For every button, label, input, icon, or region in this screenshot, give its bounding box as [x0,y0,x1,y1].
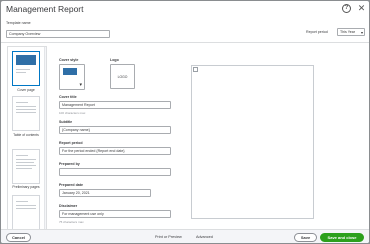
broken-image-icon [193,67,198,72]
print-preview-link[interactable]: Print or Preview [155,235,182,239]
prepared-date-label: Prepared date [59,183,83,187]
template-name-input[interactable]: Company Overview [6,30,110,38]
cover-title-label: Cover title [59,95,77,99]
text-line [16,159,36,160]
report-preview [191,65,314,219]
text-line [16,205,36,206]
prepared-by-input[interactable] [59,168,171,176]
report-period-dropdown-value: This Year [340,30,355,34]
text-line [16,201,28,202]
text-line [16,165,36,166]
thumbnail-page[interactable] [12,195,40,230]
disclaimer-input[interactable]: For management use only [59,210,171,218]
dialog-footer: Cancel Print or Preview Advanced Save Sa… [1,229,369,243]
close-icon[interactable]: ✕ [357,4,366,13]
text-line [16,109,36,110]
text-line [16,112,36,113]
prepared-date-input[interactable]: January 20, 2021 [59,189,151,197]
save-and-close-button[interactable]: Save and close [320,232,364,242]
thumbnail-label: Table of contents [13,133,39,137]
prepared-by-label: Prepared by [59,162,80,166]
chevron-down-icon: ▾ [79,82,82,88]
page-thumbnails-panel: Cover page Table of contents Preliminary… [7,46,47,231]
thumbnail-table-of-contents[interactable] [12,96,40,131]
cover-title-input[interactable]: Management Report [59,101,171,109]
cover-style-preview-icon [63,68,77,75]
thumbnail-label: Cover page [17,88,35,92]
thumbnails-scrollbar[interactable] [44,47,46,230]
dialog-title: Management Report [6,4,84,14]
report-period-dropdown-label: Report period [306,30,328,34]
cover-art-icon [16,55,36,65]
thumbnail-cover-page[interactable] [12,51,40,86]
disclaimer-hint: 75 characters max [59,220,84,224]
report-period-label: Report period [59,141,83,145]
cover-style-picker[interactable]: ▾ [59,64,85,90]
cover-style-label: Cover style [59,58,79,62]
text-line [16,69,30,70]
text-line [16,208,36,209]
template-name-label: Template name [6,21,31,25]
thumbnail-label: Preliminary pages [12,185,40,189]
help-icon[interactable]: ? [342,4,351,13]
logo-upload[interactable]: LOGO [110,64,135,89]
advanced-link[interactable]: Advanced [196,235,213,239]
thumbnail-preliminary-pages[interactable] [12,149,40,184]
report-period-dropdown[interactable]: This Year ▾ [337,28,365,36]
cover-title-hint: 100 characters max [59,111,86,115]
text-line [16,155,28,156]
subtitle-label: Subtitle [59,120,73,124]
cancel-button[interactable]: Cancel [6,232,31,242]
chevron-down-icon: ▾ [360,30,363,35]
text-line [16,106,36,107]
logo-label: Logo [110,58,119,62]
text-line [16,162,34,163]
text-line [16,168,32,169]
disclaimer-label: Disclaimer [59,204,78,208]
scrollbar-thumb[interactable] [45,49,46,169]
text-line [16,102,28,103]
report-period-input[interactable]: For the period ended {Report end date} [59,147,171,155]
management-report-dialog: Management Report ? ✕ Template name Comp… [1,1,369,243]
header-divider [1,42,369,43]
subtitle-input[interactable]: {Company name} [59,126,171,134]
text-line [16,72,26,73]
save-button[interactable]: Save [294,232,317,242]
